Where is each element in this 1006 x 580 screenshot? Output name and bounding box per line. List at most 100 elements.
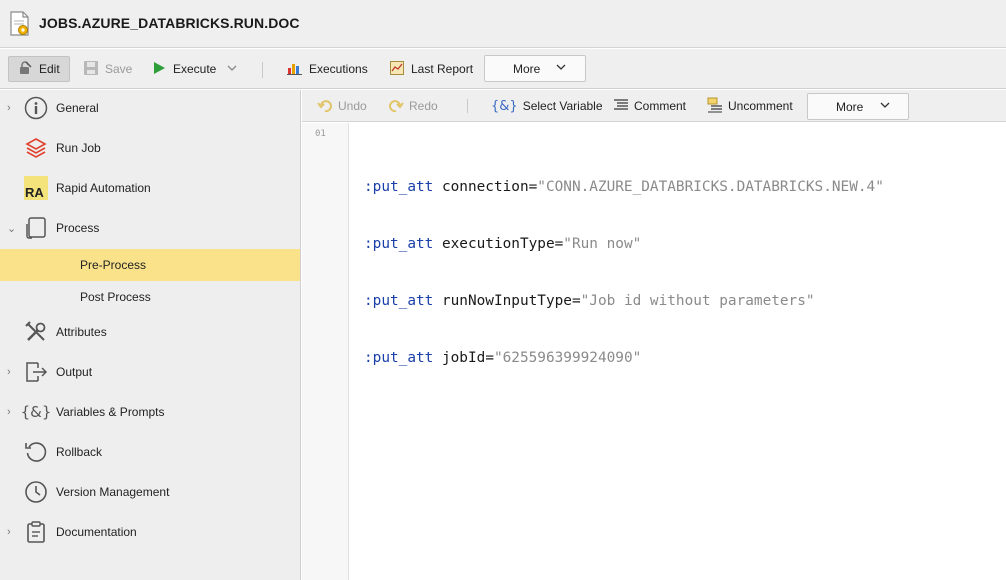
execute-label: Execute — [173, 62, 217, 76]
executions-label: Executions — [309, 62, 368, 76]
executions-button[interactable]: Executions — [287, 56, 368, 82]
sidebar-item-rapid-automation[interactable]: RA Rapid Automation — [0, 172, 300, 204]
sidebar-item-label: Attributes — [56, 325, 107, 339]
chevron-right-icon[interactable]: › — [7, 366, 17, 378]
code-equals: = — [485, 350, 494, 366]
variables-icon: {&} — [491, 98, 518, 114]
title-bar: JOBS.AZURE_DATABRICKS.RUN.DOC — [0, 0, 1006, 48]
sidebar-item-rollback[interactable]: Rollback — [0, 436, 300, 468]
tools-icon — [23, 320, 49, 344]
variables-icon-text: {&} — [20, 403, 52, 421]
sidebar-item-label: Rollback — [56, 445, 103, 459]
editor-toolbar: Undo Redo {&} Select Variable Comment Un… — [302, 90, 1006, 122]
more-dropdown[interactable]: More — [484, 55, 586, 82]
sidebar-item-pre-process[interactable]: Pre-Process — [0, 249, 300, 281]
comment-button[interactable]: Comment — [613, 95, 686, 117]
report-icon — [389, 60, 411, 79]
play-icon — [151, 60, 173, 79]
comment-icon — [613, 97, 634, 116]
databricks-icon — [23, 136, 49, 160]
code-attribute: runNowInputType — [441, 293, 572, 309]
sidebar: › General Run Job RA Rapid Automation ⌄ … — [0, 90, 301, 580]
code-keyword: :put_att — [364, 293, 434, 309]
sidebar-item-general[interactable]: › General — [0, 92, 300, 124]
code-line[interactable]: :put_att executionType="Run now" — [364, 235, 884, 254]
sidebar-item-label: Output — [56, 365, 93, 379]
chevron-down-icon — [226, 62, 244, 77]
more-label: More — [836, 99, 864, 114]
code-string: "Job id without parameters" — [580, 293, 815, 309]
chevron-right-icon[interactable]: › — [7, 526, 17, 538]
main-toolbar: Edit Save Execute Executions Last Report… — [0, 49, 1006, 89]
code-line[interactable]: :put_att runNowInputType="Job id without… — [364, 292, 884, 311]
chevron-down-icon — [555, 61, 573, 76]
undo-icon — [317, 97, 338, 116]
sidebar-item-label: Rapid Automation — [56, 181, 151, 195]
uncomment-label: Uncomment — [728, 99, 793, 113]
save-button[interactable]: Save — [83, 56, 132, 82]
rollback-icon — [23, 440, 49, 464]
sidebar-item-label: Version Management — [56, 485, 170, 499]
sidebar-item-process[interactable]: ⌄ Process — [0, 212, 300, 244]
sidebar-item-label: Documentation — [56, 525, 137, 539]
sidebar-item-label: Pre-Process — [80, 258, 147, 272]
sidebar-item-label: General — [56, 101, 99, 115]
chevron-right-icon[interactable]: › — [7, 102, 17, 114]
redo-label: Redo — [409, 99, 438, 113]
code-equals: = — [528, 179, 538, 195]
sidebar-item-label: Process — [56, 221, 100, 235]
chevron-down-icon — [879, 99, 896, 114]
undo-button[interactable]: Undo — [317, 95, 367, 117]
code-keyword: :put_att — [364, 236, 434, 252]
comment-label: Comment — [634, 99, 687, 113]
sidebar-item-label: Run Job — [56, 141, 101, 155]
code-line[interactable]: :put_att jobId="625596399924090" — [364, 349, 884, 368]
code-keyword: :put_att — [364, 179, 434, 195]
select-variable-label: Select Variable — [522, 99, 603, 113]
sidebar-item-label: Variables & Prompts — [56, 405, 165, 419]
code-line[interactable]: :put_att connection="CONN.AZURE_DATABRIC… — [364, 178, 884, 197]
code-string: "CONN.AZURE_DATABRICKS.DATABRICKS.NEW.4" — [537, 179, 884, 195]
code-editor[interactable]: :put_att connection="CONN.AZURE_DATABRIC… — [364, 140, 884, 387]
ra-icon-text: RA — [25, 185, 44, 200]
ra-icon: RA — [23, 176, 49, 200]
chevron-down-icon[interactable]: ⌄ — [7, 222, 17, 235]
redo-button[interactable]: Redo — [388, 95, 438, 117]
code-attribute: jobId — [441, 350, 486, 366]
sidebar-item-post-process[interactable]: Post Process — [0, 281, 300, 313]
save-icon — [83, 60, 105, 79]
toolbar-divider — [262, 62, 263, 78]
sidebar-item-variables-prompts[interactable]: › {&} Variables & Prompts — [0, 396, 300, 428]
process-icon — [23, 216, 49, 240]
line-number: 01 — [315, 129, 326, 139]
uncomment-button[interactable]: Uncomment — [707, 95, 793, 117]
variables-icon: {&} — [20, 400, 52, 424]
last-report-button[interactable]: Last Report — [389, 56, 473, 82]
execute-button[interactable]: Execute — [151, 56, 216, 82]
save-label: Save — [105, 62, 133, 76]
window-title: JOBS.AZURE_DATABRICKS.RUN.DOC — [39, 15, 300, 31]
sidebar-item-attributes[interactable]: Attributes — [0, 316, 300, 348]
chevron-right-icon[interactable]: › — [7, 406, 17, 418]
sidebar-item-run-job[interactable]: Run Job — [0, 132, 300, 164]
sidebar-item-documentation[interactable]: › Documentation — [0, 516, 300, 548]
code-keyword: :put_att — [364, 350, 434, 366]
redo-icon — [388, 97, 409, 116]
code-string: "625596399924090" — [493, 350, 642, 366]
edit-button[interactable]: Edit — [8, 56, 70, 82]
sidebar-item-label: Post Process — [80, 290, 151, 304]
sidebar-item-version-management[interactable]: Version Management — [0, 476, 300, 508]
code-string: "Run now" — [563, 236, 642, 252]
uncomment-icon — [707, 97, 728, 116]
bar-chart-icon — [287, 60, 309, 79]
output-icon — [23, 360, 49, 384]
execute-dropdown-button[interactable] — [226, 56, 244, 82]
last-report-label: Last Report — [411, 62, 474, 76]
editor-more-dropdown[interactable]: More — [807, 93, 909, 120]
code-equals: = — [554, 236, 564, 252]
clock-icon — [23, 480, 49, 504]
select-variable-button[interactable]: {&} Select Variable — [491, 95, 603, 117]
sidebar-item-output[interactable]: › Output — [0, 356, 300, 388]
edit-label: Edit — [39, 62, 60, 76]
more-label: More — [513, 61, 541, 76]
